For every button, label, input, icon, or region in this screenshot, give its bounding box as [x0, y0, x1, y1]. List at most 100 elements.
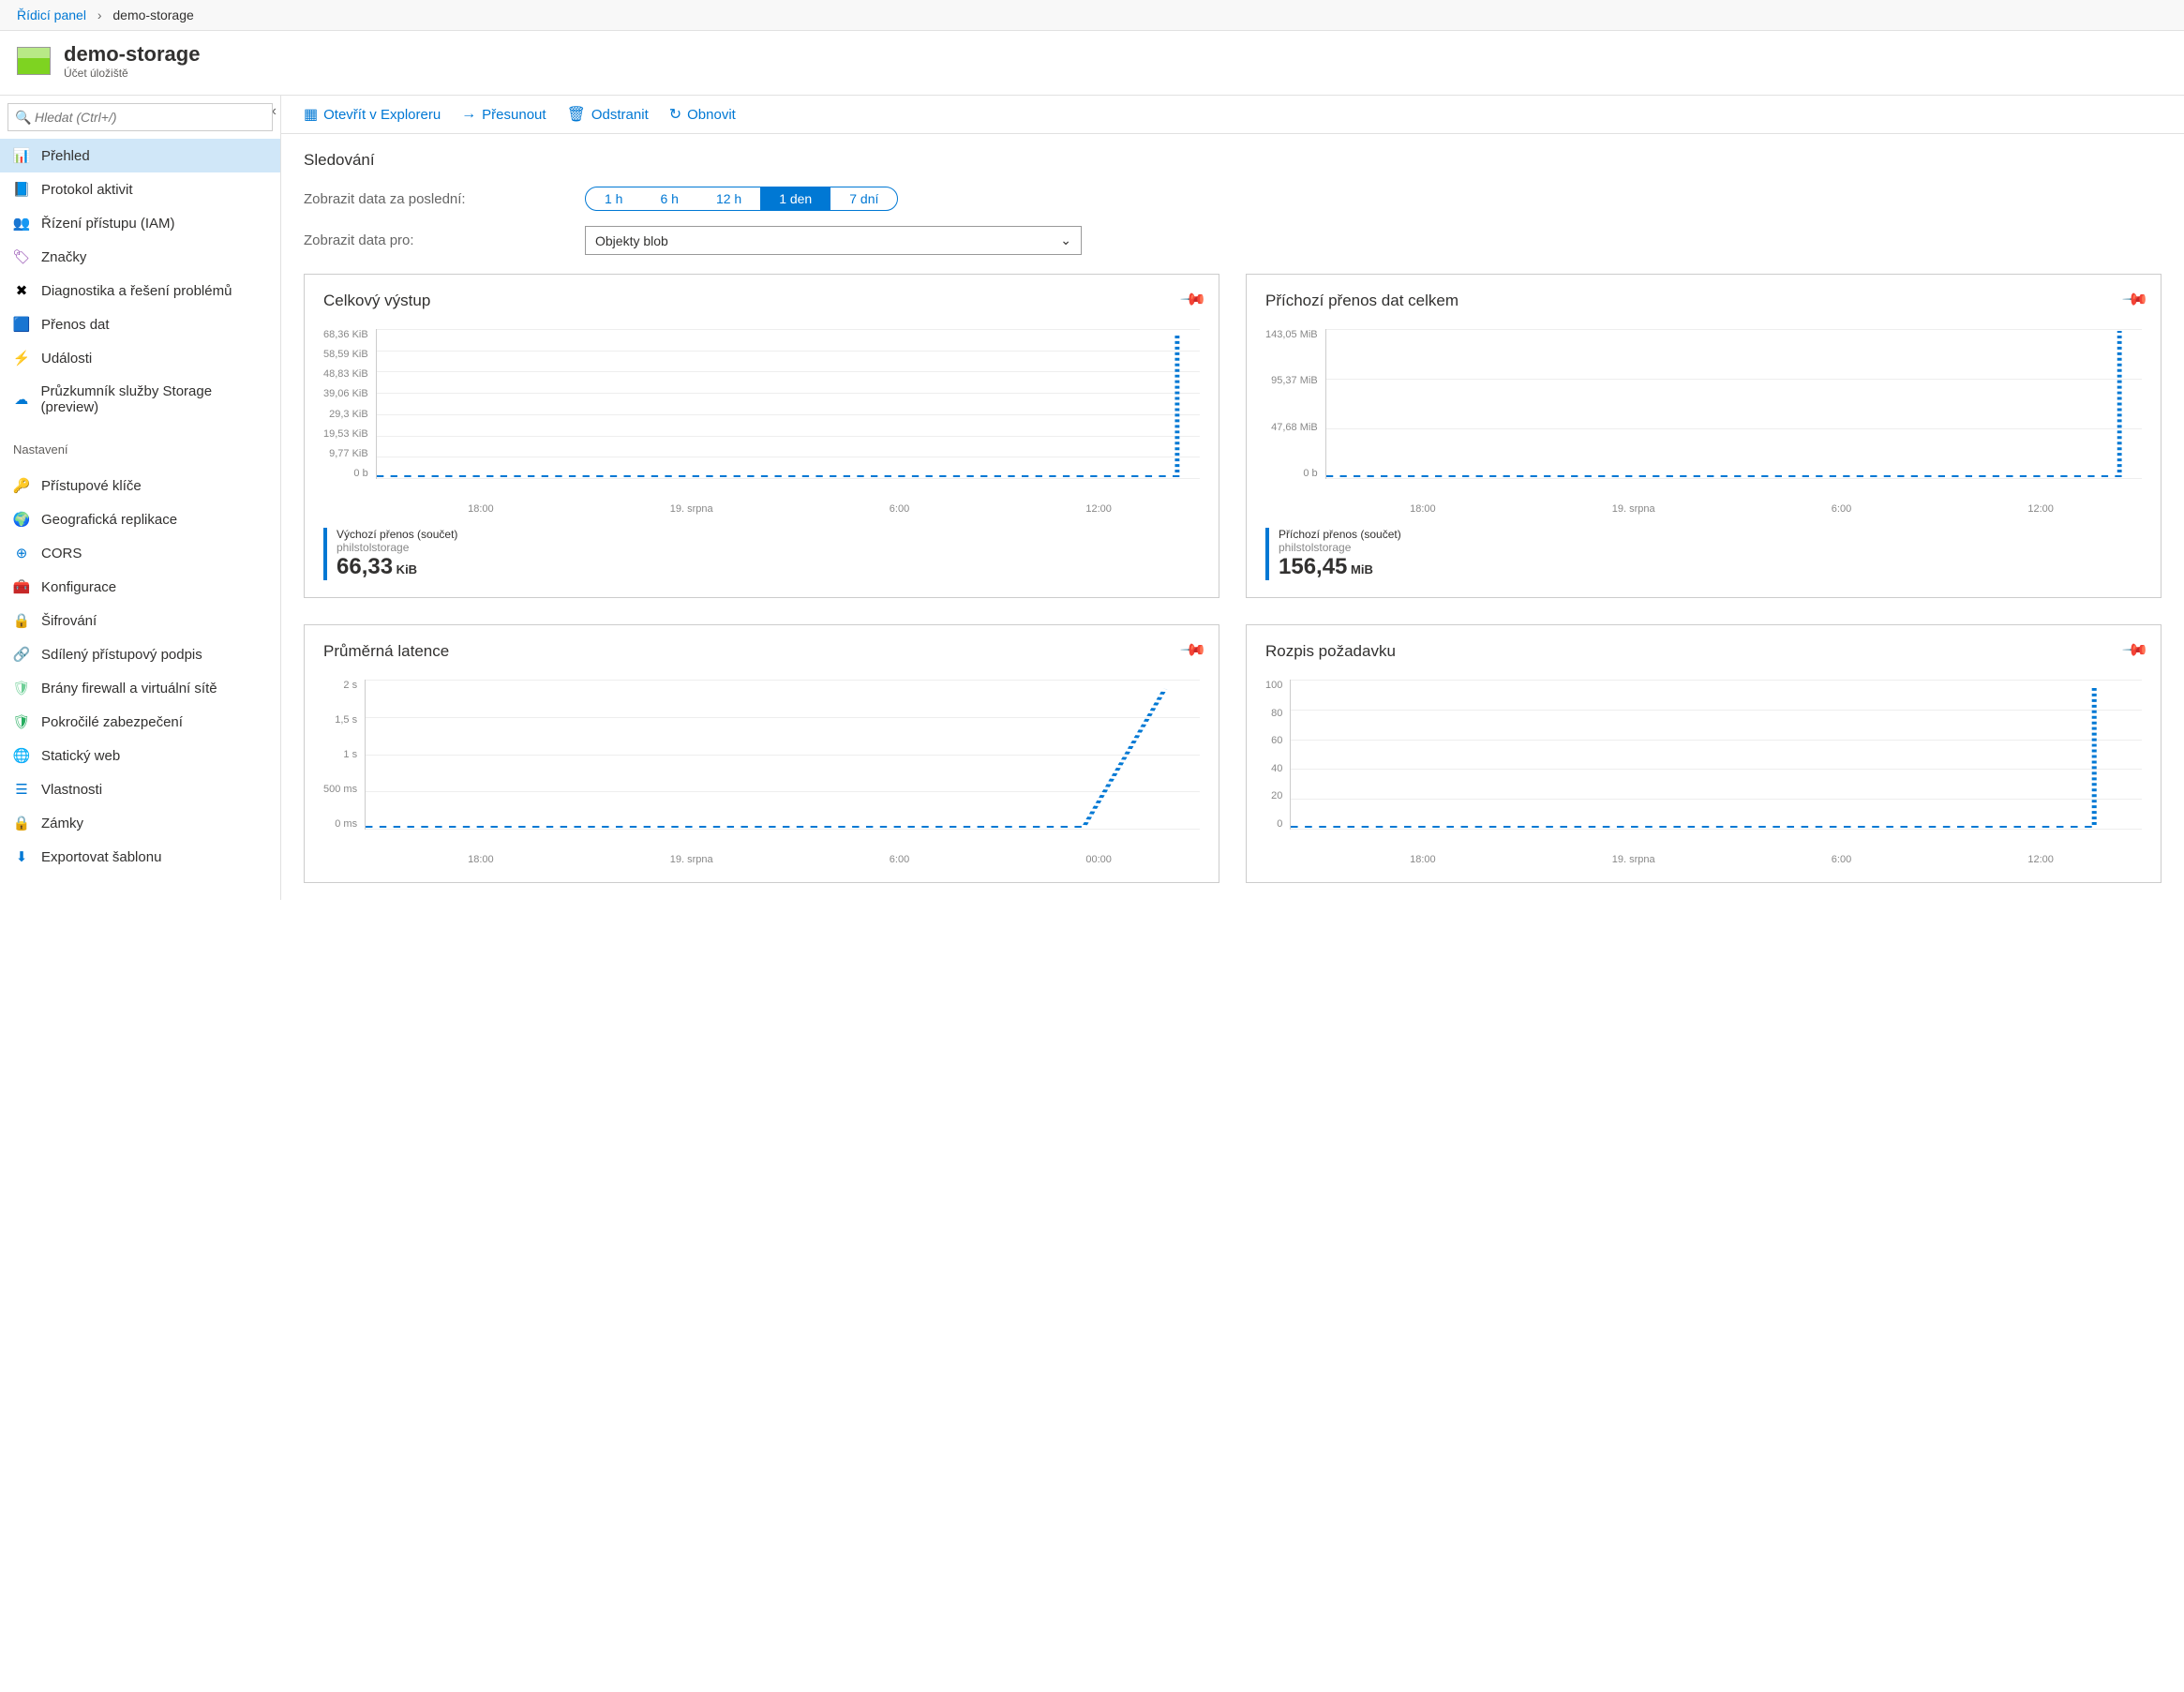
sidebar-item-p-ehled[interactable]: 📊Přehled [0, 139, 280, 172]
time-range-label: Zobrazit data za poslední: [304, 191, 566, 207]
sidebar: « 🔍 📊Přehled📘Protokol aktivit👥Řízení pří… [0, 96, 281, 900]
sidebar-icon: 👥 [13, 215, 30, 232]
delete-button[interactable]: 🗑Odstranit [567, 105, 649, 124]
sidebar-item-protokol-aktivit[interactable]: 📘Protokol aktivit [0, 172, 280, 206]
x-tick: 18:00 [468, 503, 494, 515]
sidebar-item-diagnostika-a-e-en-probl-m-[interactable]: ✖Diagnostika a řešení problémů [0, 274, 280, 307]
move-button[interactable]: →Přesunout [461, 105, 546, 124]
sidebar-item-p-stupov-kl-e[interactable]: 🔑 Přístupové klíče [0, 469, 280, 502]
sidebar-item-vlastnosti[interactable]: ☰Vlastnosti [0, 772, 280, 806]
time-range-12h[interactable]: 12 h [697, 187, 760, 210]
sidebar-item-label: Přehled [41, 148, 90, 164]
x-tick: 12:00 [2027, 854, 2054, 865]
y-tick: 48,83 KiB [323, 368, 368, 380]
refresh-button[interactable]: ↻Obnovit [669, 105, 736, 124]
sidebar-item-konfigurace[interactable]: 🧰 Konfigurace [0, 570, 280, 604]
sidebar-item-cors[interactable]: ⊕ CORS [0, 536, 280, 570]
sidebar-item-label: Protokol aktivit [41, 182, 133, 198]
chart-plot[interactable] [376, 329, 1200, 479]
x-tick: 6:00 [1832, 854, 1851, 865]
search-input[interactable] [7, 103, 273, 131]
chart-plot[interactable] [365, 680, 1200, 830]
sidebar-icon: 🏷 [13, 248, 30, 265]
sidebar-item-label: Šifrování [41, 613, 97, 629]
metric-sub: philstolstorage [337, 541, 457, 554]
sidebar-icon: ⊕ [13, 545, 30, 562]
page-title: demo-storage [64, 42, 200, 67]
sidebar-item-z-mky[interactable]: 🔒Zámky [0, 806, 280, 840]
sidebar-item--ifrov-n-[interactable]: 🔒 Šifrování [0, 604, 280, 637]
sidebar-item-statick-web[interactable]: 🌐Statický web [0, 739, 280, 772]
arrow-right-icon: → [461, 106, 476, 123]
breadcrumb-current: demo-storage [112, 7, 193, 22]
search-icon: 🔍 [15, 110, 31, 126]
sidebar-item-sd-len-p-stupov-podpis[interactable]: 🔗Sdílený přístupový podpis [0, 637, 280, 671]
chevron-right-icon: › [97, 7, 102, 22]
sidebar-item-label: Přístupové klíče [41, 478, 142, 494]
y-tick: 58,59 KiB [323, 349, 368, 360]
sidebar-item-label: Geografická replikace [41, 512, 177, 528]
chart-title: Rozpis požadavku [1265, 642, 2142, 661]
y-tick: 95,37 MiB [1271, 375, 1318, 386]
sidebar-item-ud-losti[interactable]: ⚡ Události [0, 341, 280, 375]
chart-plot[interactable] [1325, 329, 2142, 479]
sidebar-item-geografick-replikace[interactable]: 🌍Geografická replikace [0, 502, 280, 536]
y-tick: 500 ms [323, 784, 357, 795]
open-explorer-button[interactable]: ▦Otevřít v Exploreru [304, 105, 441, 124]
time-range-1den[interactable]: 1 den [760, 187, 830, 210]
time-range-1h[interactable]: 1 h [586, 187, 641, 210]
sidebar-item-label: Brány firewall a virtuální sítě [41, 681, 217, 696]
y-tick: 0 ms [335, 818, 357, 830]
y-tick: 39,06 KiB [323, 388, 368, 399]
sidebar-item-p-enos-dat[interactable]: 🟦 Přenos dat [0, 307, 280, 341]
chart-title: Příchozí přenos dat celkem [1265, 292, 2142, 310]
sidebar-item-pokro-il-zabezpe-en-[interactable]: 🛡 Pokročilé zabezpečení [0, 705, 280, 739]
x-tick: 18:00 [1410, 854, 1436, 865]
sidebar-item-label: Řízení přístupu (IAM) [41, 216, 175, 232]
y-tick: 47,68 MiB [1271, 422, 1318, 433]
sidebar-icon: 🔑 [13, 477, 30, 494]
x-tick: 19. srpna [670, 854, 713, 865]
sidebar-item-label: Přenos dat [41, 317, 110, 333]
sidebar-icon: 🛡 [13, 713, 30, 730]
x-tick: 19. srpna [670, 503, 713, 515]
sidebar-item-label: Konfigurace [41, 579, 116, 595]
chart-plot[interactable] [1290, 680, 2142, 830]
sidebar-item-pr-zkumn-k-slu-by-storage-preview-[interactable]: ☁Průzkumník služby Storage (preview) [0, 375, 280, 424]
chart-card-2: Průměrná latence📌2 s1,5 s1 s500 ms0 ms18… [304, 624, 1219, 883]
breadcrumb-root[interactable]: Řídicí panel [17, 7, 86, 22]
time-range-7dní[interactable]: 7 dní [830, 187, 897, 210]
x-tick: 6:00 [1832, 503, 1851, 515]
metric-unit: MiB [1347, 562, 1372, 576]
sidebar-item-label: CORS [41, 546, 82, 562]
time-range-6h[interactable]: 6 h [641, 187, 696, 210]
x-tick: 12:00 [1085, 503, 1112, 515]
y-tick: 20 [1271, 790, 1282, 801]
metric-label: Výchozí přenos (součet) [337, 528, 457, 541]
data-for-select[interactable]: Objekty blob ⌄ [585, 226, 1082, 255]
sidebar-item-label: Události [41, 351, 92, 367]
sidebar-item--zen-p-stupu-iam-[interactable]: 👥 Řízení přístupu (IAM) [0, 206, 280, 240]
x-tick: 00:00 [1085, 854, 1112, 865]
sidebar-icon: ✖ [13, 282, 30, 299]
sidebar-item-zna-ky[interactable]: 🏷 Značky [0, 240, 280, 274]
chevron-down-icon: ⌄ [1060, 232, 1071, 248]
data-for-label: Zobrazit data pro: [304, 232, 566, 248]
sidebar-item-label: Sdílený přístupový podpis [41, 647, 202, 663]
sidebar-item-br-ny-firewall-a-virtu-ln-s-t-[interactable]: 🛡Brány firewall a virtuální sítě [0, 671, 280, 705]
sidebar-item-exportovat-ablonu[interactable]: ⬇Exportovat šablonu [0, 840, 280, 874]
metric-sub: philstolstorage [1279, 541, 1401, 554]
sidebar-item-label: Pokročilé zabezpečení [41, 714, 183, 730]
sidebar-search: 🔍 [7, 103, 273, 131]
metric-label: Příchozí přenos (součet) [1279, 528, 1401, 541]
sidebar-icon: 🌐 [13, 747, 30, 764]
refresh-icon: ↻ [669, 105, 681, 124]
metric-unit: KiB [393, 562, 417, 576]
sidebar-icon: ☰ [13, 781, 30, 798]
sidebar-icon: 🟦 [13, 316, 30, 333]
sidebar-item-label: Značky [41, 249, 86, 265]
sidebar-icon: 🔒 [13, 612, 30, 629]
sidebar-icon: 🧰 [13, 578, 30, 595]
x-tick: 6:00 [890, 503, 909, 515]
sidebar-icon: ⚡ [13, 350, 30, 367]
